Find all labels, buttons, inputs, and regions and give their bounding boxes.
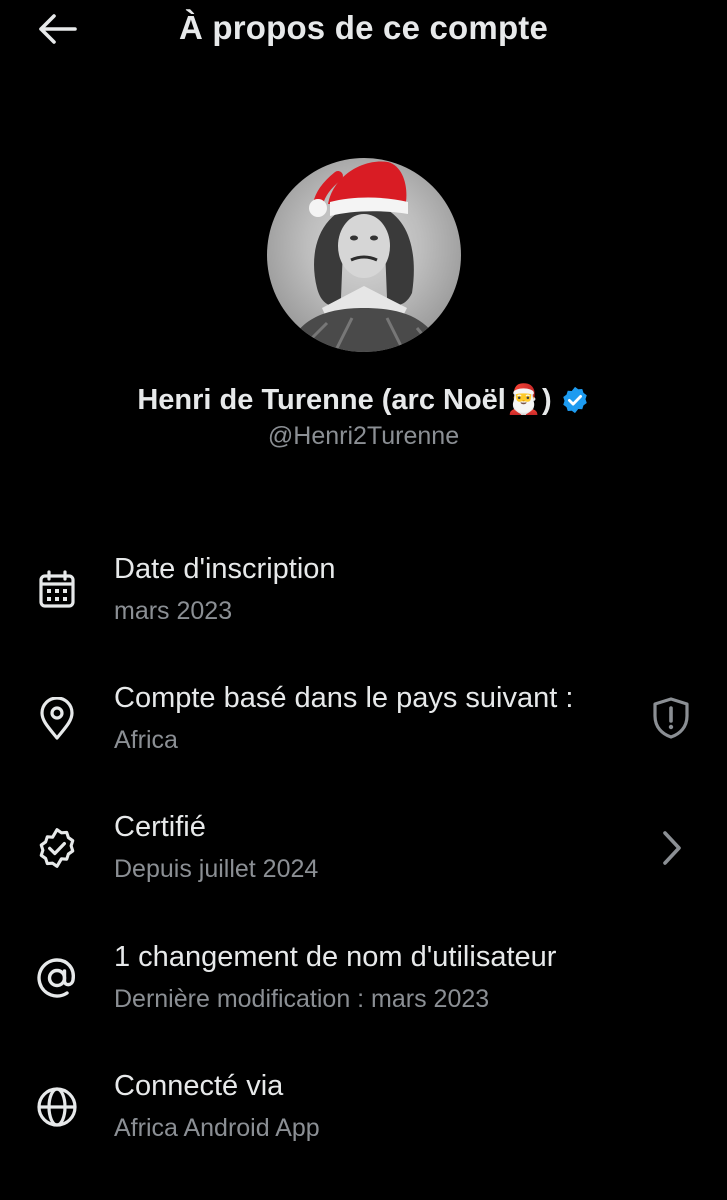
profile-name-row: Henri de Turenne (arc Noël🎅) xyxy=(0,383,727,417)
top-bar: À propos de ce compte xyxy=(0,0,727,60)
chevron-right-icon[interactable] xyxy=(646,823,696,873)
calendar-icon xyxy=(33,566,81,614)
row-subtitle: Dernière modification : mars 2023 xyxy=(114,985,490,1013)
row-subtitle: Africa Android App xyxy=(114,1114,320,1142)
at-sign-icon xyxy=(33,954,81,1002)
row-username-changes: 1 changement de nom d'utilisateur Derniè… xyxy=(0,928,727,1038)
verified-check-icon xyxy=(33,824,81,872)
row-title: Connecté via xyxy=(114,1070,284,1102)
row-subtitle: Depuis juillet 2024 xyxy=(114,855,319,883)
row-subtitle: Africa xyxy=(114,726,178,754)
row-title: Date d'inscription xyxy=(114,553,336,585)
row-subtitle: mars 2023 xyxy=(114,597,233,625)
profile-handle: @Henri2Turenne xyxy=(267,422,460,450)
row-title: 1 changement de nom d'utilisateur xyxy=(114,941,557,973)
row-connected-via: Connecté via Africa Android App xyxy=(0,1057,727,1167)
row-verified[interactable]: Certifié Depuis juillet 2024 xyxy=(0,798,727,908)
row-title: Compte basé dans le pays suivant : xyxy=(114,682,574,714)
profile-avatar[interactable] xyxy=(266,158,462,354)
verified-badge-icon xyxy=(562,386,587,414)
row-join-date: Date d'inscription mars 2023 xyxy=(0,540,727,650)
row-title: Certifié xyxy=(114,811,206,843)
globe-icon xyxy=(33,1083,81,1131)
display-name: Henri de Turenne (arc Noël🎅) xyxy=(137,384,552,416)
santa-hat-icon xyxy=(309,161,408,217)
location-pin-icon xyxy=(33,695,81,743)
row-account-country: Compte basé dans le pays suivant : Afric… xyxy=(0,669,727,779)
page-title: À propos de ce compte xyxy=(178,9,549,46)
shield-alert-icon[interactable] xyxy=(646,693,696,743)
